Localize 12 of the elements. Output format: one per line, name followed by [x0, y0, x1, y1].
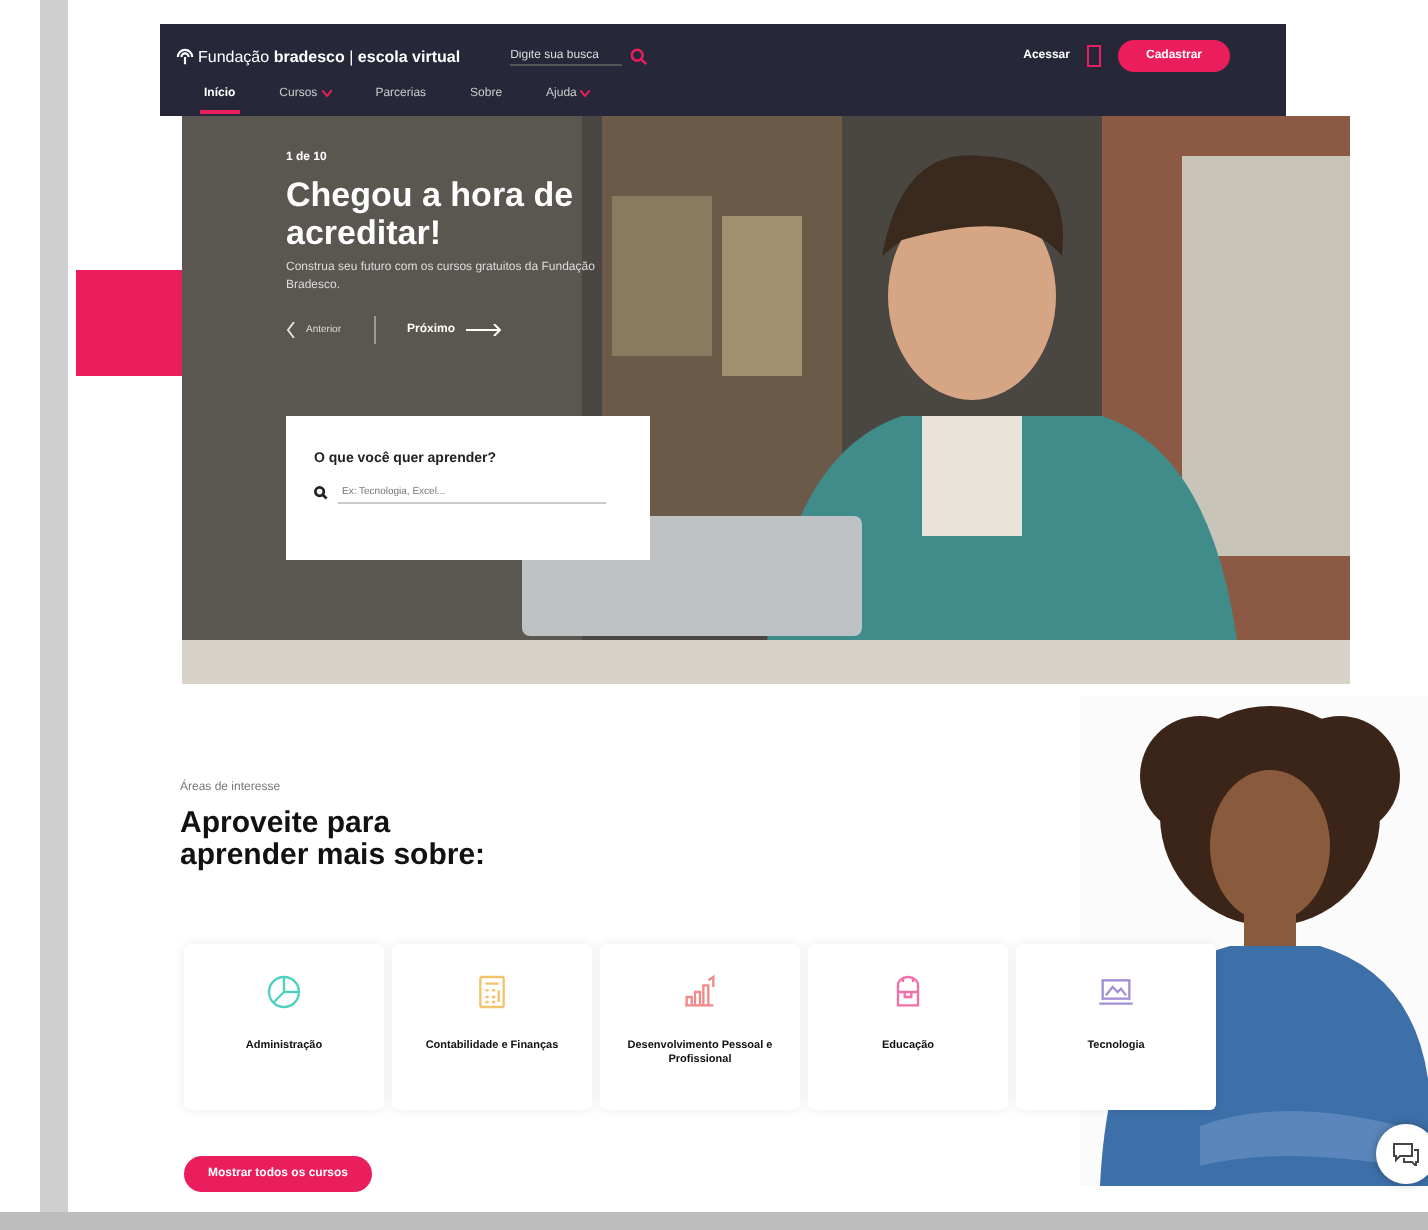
- search-icon: [314, 486, 328, 500]
- chevron-left-icon: [286, 322, 296, 338]
- chat-icon: [1392, 1142, 1420, 1166]
- logo-link[interactable]: Fundação bradesco | escola virtual: [176, 47, 461, 65]
- hero-title: Chegou a hora de acreditar!: [286, 176, 576, 252]
- door-icon[interactable]: [1085, 44, 1102, 68]
- pie-chart-icon: [264, 972, 304, 1012]
- arrow-right-icon: [465, 324, 502, 336]
- section-heading: Aproveite para aprender mais sobre:: [180, 808, 488, 872]
- logo-icon: [176, 47, 194, 65]
- bar-chart-icon: [680, 972, 720, 1012]
- search-icon[interactable]: [630, 47, 649, 65]
